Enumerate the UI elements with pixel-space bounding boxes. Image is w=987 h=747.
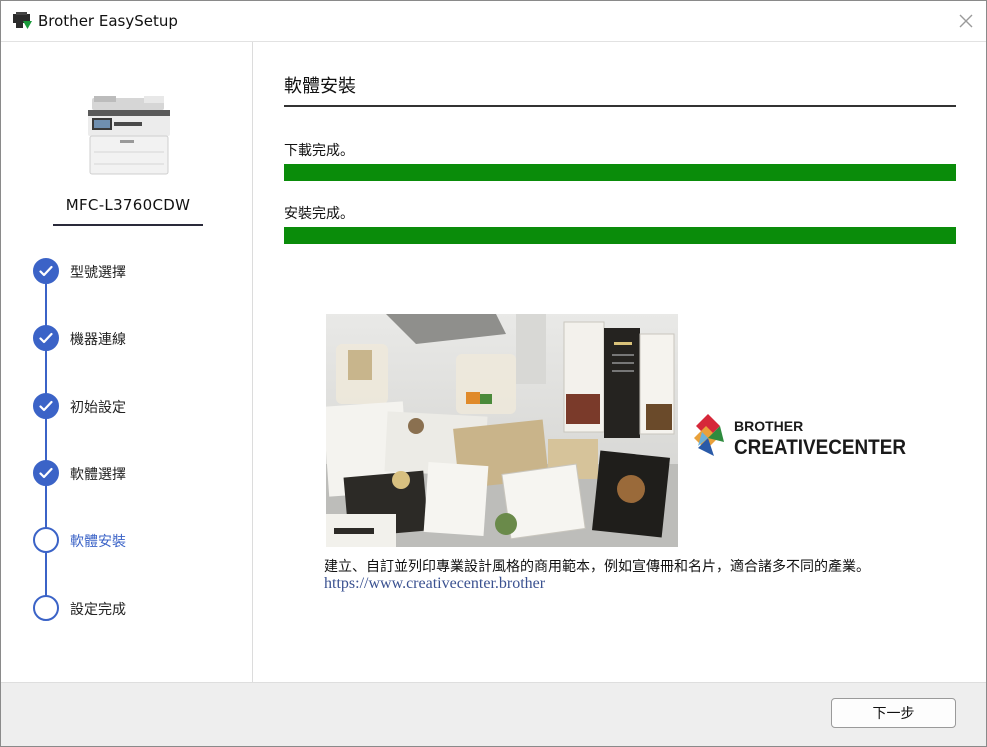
step-done-circle <box>33 325 59 351</box>
step-pending-circle <box>33 595 59 621</box>
step-label: 型號選擇 <box>70 265 126 281</box>
step-done-circle <box>33 393 59 419</box>
model-underline <box>53 224 203 226</box>
main-panel: 軟體安裝 下載完成。 安裝完成。 BROTHER CREATIVECENTER … <box>254 42 986 682</box>
download-status-label: 下載完成。 <box>284 143 354 159</box>
step-label: 初始設定 <box>70 400 126 416</box>
step-label: 設定完成 <box>70 602 126 618</box>
close-icon[interactable] <box>956 11 976 31</box>
install-progress-bar <box>284 227 956 244</box>
step-software-select: 軟體選擇 <box>33 460 248 486</box>
step-done-circle <box>33 258 59 284</box>
page-title: 軟體安裝 <box>284 76 356 97</box>
download-progress-fill <box>284 164 956 181</box>
creative-center-link[interactable]: https://www.creativecenter.brother <box>324 575 545 593</box>
brother-app-icon <box>13 12 33 30</box>
creative-center-description: 建立、自訂並列印專業設計風格的商用範本，例如宣傳冊和名片，適合諸多不同的產業。 <box>324 559 870 575</box>
creative-center-logo: BROTHER CREATIVECENTER <box>694 414 909 460</box>
title-divider <box>284 105 956 107</box>
easysetup-window: Brother EasySetup MFC-L3760CDW 型號選擇 機器連線… <box>0 0 987 747</box>
window-title: Brother EasySetup <box>38 12 178 30</box>
step-device-connect: 機器連線 <box>33 325 248 351</box>
step-initial-setup: 初始設定 <box>33 393 248 419</box>
step-model-select: 型號選擇 <box>33 258 248 284</box>
step-software-install: 軟體安裝 <box>33 527 248 553</box>
step-label-active: 軟體安裝 <box>70 534 126 550</box>
step-label: 軟體選擇 <box>70 467 126 483</box>
title-bar: Brother EasySetup <box>1 1 986 42</box>
creative-center-logo-line2: CREATIVECENTER <box>734 436 906 459</box>
next-step-button[interactable]: 下一步 <box>831 698 956 728</box>
step-active-circle <box>33 527 59 553</box>
footer-bar: 下一步 <box>1 682 986 746</box>
check-icon <box>39 467 53 479</box>
step-setup-complete: 設定完成 <box>33 595 248 621</box>
printer-image <box>84 94 174 178</box>
model-name: MFC-L3760CDW <box>65 196 191 214</box>
creative-center-logo-line1: BROTHER <box>734 418 803 434</box>
creative-center-promo-image <box>326 314 678 547</box>
step-label: 機器連線 <box>70 332 126 348</box>
install-status-label: 安裝完成。 <box>284 206 354 222</box>
step-done-circle <box>33 460 59 486</box>
download-progress-bar <box>284 164 956 181</box>
check-icon <box>39 265 53 277</box>
check-icon <box>39 400 53 412</box>
check-icon <box>39 332 53 344</box>
install-progress-fill <box>284 227 956 244</box>
sidebar: MFC-L3760CDW 型號選擇 機器連線 初始設定 軟體選擇 軟體安裝 設定… <box>1 42 253 682</box>
